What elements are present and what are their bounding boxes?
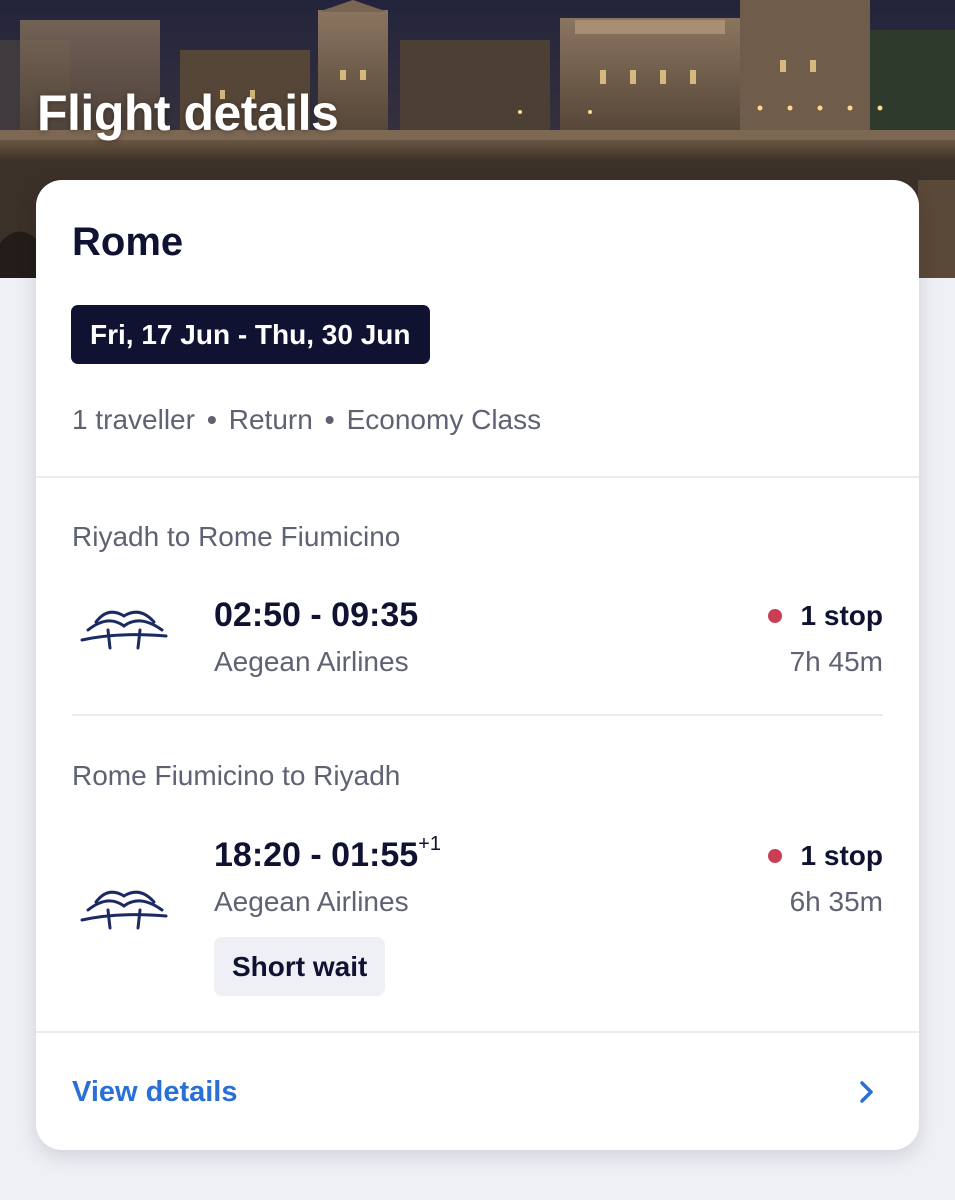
date-range-chip: Fri, 17 Jun - Thu, 30 Jun — [71, 305, 430, 364]
separator-dot: • — [206, 404, 217, 435]
view-details-button[interactable]: View details — [36, 1033, 919, 1150]
aegean-airlines-logo-icon — [80, 890, 168, 930]
leg-duration: 6h 35m — [789, 886, 883, 917]
leg-stops-label: 1 stop — [800, 600, 883, 631]
page-title: Flight details — [37, 85, 339, 141]
leg-duration: 7h 45m — [789, 646, 883, 677]
leg-airline-name: Aegean Airlines — [214, 646, 409, 677]
leg-stops: 1 stop — [767, 600, 883, 632]
leg-time-range: 18:20 - 01:55 — [214, 836, 419, 874]
leg-stops-label: 1 stop — [800, 840, 883, 871]
leg-stops: 1 stop — [767, 840, 883, 872]
section-divider — [36, 476, 919, 478]
trip-meta: 1 traveller • Return • Economy Class — [72, 404, 541, 436]
leg-route-title: Riyadh to Rome Fiumicino — [72, 521, 401, 552]
leg-times: 02:50 - 09:35 — [214, 596, 418, 635]
chevron-right-icon — [860, 1081, 873, 1103]
trip-type: Return — [228, 404, 313, 435]
leg-divider — [72, 714, 883, 716]
view-details-label: View details — [72, 1076, 238, 1108]
stop-indicator-icon — [767, 609, 782, 623]
flight-summary-card: Rome Fri, 17 Jun - Thu, 30 Jun 1 travell… — [36, 180, 919, 1150]
traveller-count: 1 traveller — [72, 404, 195, 435]
aegean-airlines-logo-icon — [80, 610, 168, 650]
destination-title: Rome — [72, 220, 184, 264]
stop-indicator-icon — [767, 849, 782, 863]
leg-airline-name: Aegean Airlines — [214, 886, 409, 917]
short-wait-badge: Short wait — [214, 937, 386, 996]
leg-times: 18:20 - 01:55+1 — [214, 832, 441, 875]
leg-time-range: 02:50 - 09:35 — [214, 596, 419, 634]
day-offset: +1 — [418, 832, 441, 855]
separator-dot: • — [324, 404, 335, 435]
cabin-class: Economy Class — [346, 404, 542, 435]
leg-route-title: Rome Fiumicino to Riyadh — [72, 760, 401, 791]
